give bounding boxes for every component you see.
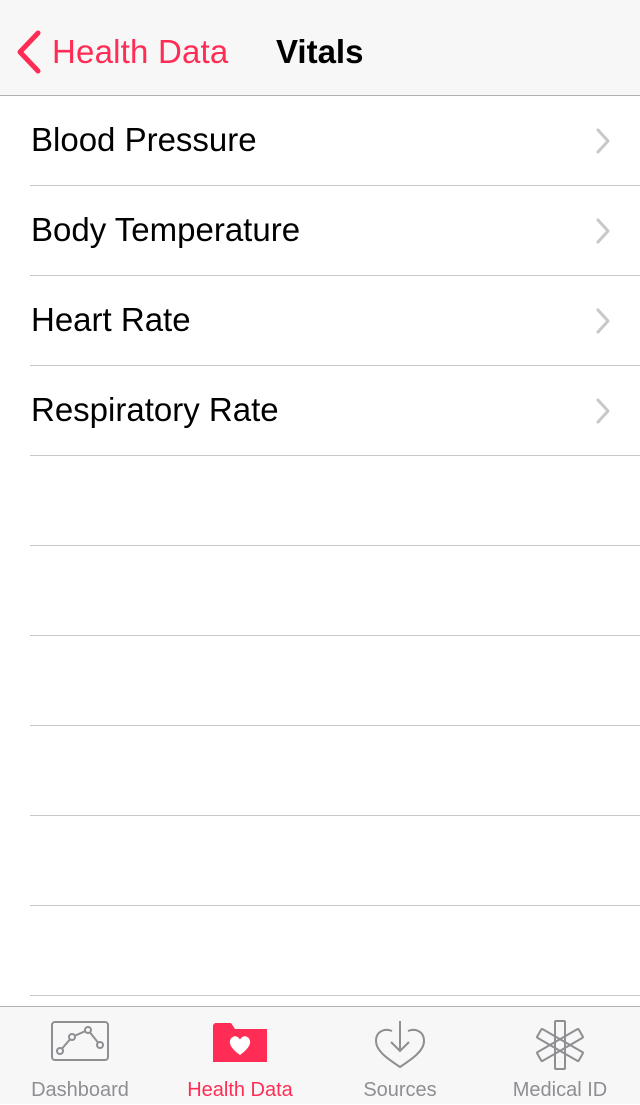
navigation-bar: Health Data Vitals (0, 0, 640, 96)
chart-icon (51, 1021, 109, 1061)
chevron-left-icon (17, 30, 41, 74)
empty-row (0, 636, 640, 726)
tab-medical-id[interactable]: Medical ID (480, 1007, 640, 1105)
page-title: Vitals (276, 33, 364, 70)
empty-row (0, 546, 640, 636)
heart-download-icon (374, 1021, 426, 1069)
empty-row (0, 726, 640, 816)
tab-label: Health Data (187, 1079, 293, 1101)
chevron-right-icon (596, 308, 610, 334)
list-item-blood-pressure[interactable]: Blood Pressure (0, 96, 640, 186)
tab-health-data[interactable]: Health Data (160, 1007, 320, 1105)
back-button[interactable]: Health Data (14, 28, 228, 76)
chevron-right-icon (596, 398, 610, 424)
list-item-label: Body Temperature (31, 211, 301, 248)
tab-label: Sources (363, 1079, 437, 1101)
chevron-right-icon (596, 218, 610, 244)
list-item-label: Respiratory Rate (31, 391, 279, 428)
back-button-label: Health Data (52, 33, 229, 70)
empty-row (0, 816, 640, 906)
tab-label: Dashboard (31, 1079, 129, 1101)
empty-row (0, 906, 640, 996)
tab-sources[interactable]: Sources (320, 1007, 480, 1105)
list-item-respiratory-rate[interactable]: Respiratory Rate (0, 366, 640, 456)
tab-dashboard[interactable]: Dashboard (0, 1007, 160, 1105)
health-folder-icon (213, 1023, 267, 1062)
empty-row (0, 456, 640, 546)
tab-label: Medical ID (512, 1079, 608, 1101)
list-item-body-temperature[interactable]: Body Temperature (0, 186, 640, 276)
list-item-heart-rate[interactable]: Heart Rate (0, 276, 640, 366)
vitals-list: Blood Pressure Body Temperature Heart Ra… (0, 96, 640, 996)
list-item-label: Heart Rate (31, 301, 191, 338)
asterisk-icon (536, 1020, 584, 1070)
list-item-label: Blood Pressure (31, 121, 257, 158)
tab-bar: Dashboard Health Data Sources Medical ID (0, 1006, 640, 1104)
chevron-right-icon (596, 128, 610, 154)
